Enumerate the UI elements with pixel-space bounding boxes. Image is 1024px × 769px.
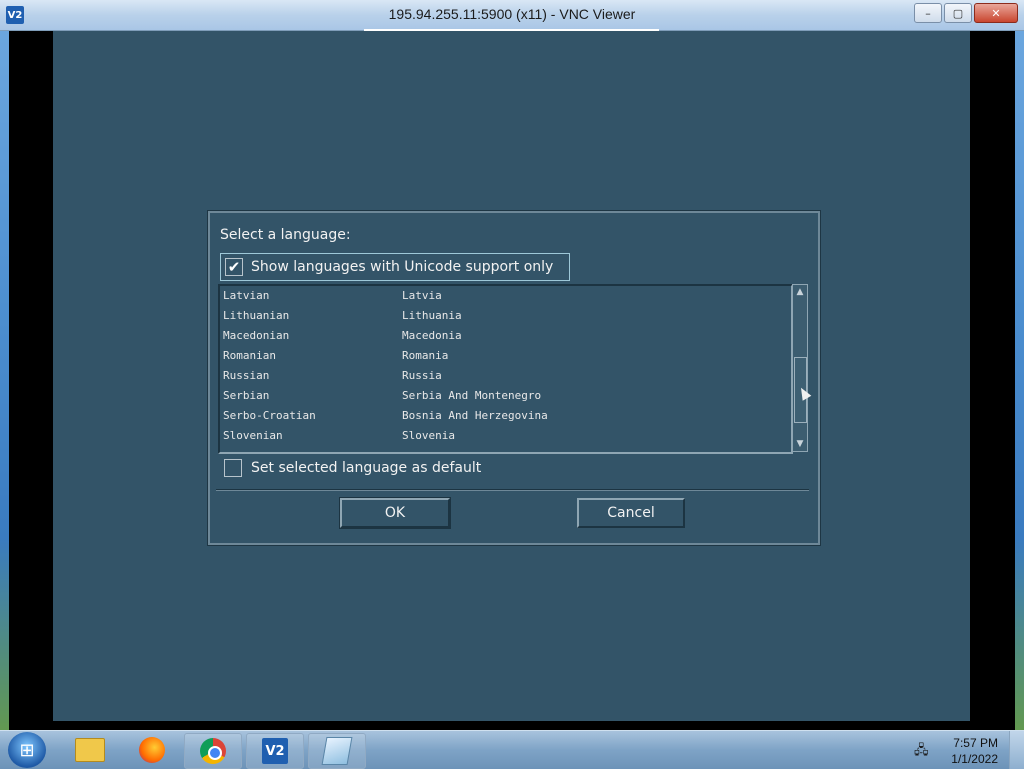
system-clock[interactable]: 7:57 PM 1/1/2022 [951, 735, 998, 767]
start-button[interactable]: ⊞ [8, 732, 46, 768]
checkbox-checked-icon[interactable]: ✔ [225, 258, 243, 276]
language-name: Latvian [223, 289, 270, 302]
firefox-icon [139, 737, 165, 763]
clock-time: 7:57 PM [953, 736, 998, 750]
language-list[interactable]: Latvian Latvia Lithuanian Lithuania Mace… [218, 284, 793, 454]
language-name: Romanian [223, 349, 276, 362]
minimize-button[interactable]: – [914, 3, 942, 23]
list-item[interactable]: Serbo-Croatian Bosnia And Herzegovina [222, 406, 782, 426]
language-name: Russian [223, 369, 270, 382]
close-button[interactable]: ✕ [974, 3, 1018, 23]
network-icon[interactable]: 🖧 [914, 741, 930, 758]
list-item[interactable]: Macedonian Macedonia [222, 326, 782, 346]
set-default-checkbox[interactable]: Set selected language as default [224, 459, 481, 477]
show-desktop-button[interactable] [1009, 731, 1024, 769]
window-title: 195.94.255.11:5900 (x11) - VNC Viewer [388, 6, 636, 22]
language-name: Macedonian [223, 329, 290, 342]
list-item[interactable]: Romanian Romania [222, 346, 782, 366]
taskbar-notepad[interactable] [308, 733, 366, 769]
country-name: Lithuania [402, 309, 462, 322]
window-controls: – ▢ ✕ [914, 3, 1018, 23]
folder-icon [75, 738, 105, 762]
list-item[interactable]: Lithuanian Lithuania [222, 306, 782, 326]
clock-date: 1/1/2022 [951, 752, 998, 766]
list-scrollbar[interactable]: ▲ ▼ [792, 284, 808, 452]
list-item[interactable]: Slovenian Slovenia [222, 426, 782, 446]
taskbar-vnc-viewer[interactable]: V2 [246, 733, 304, 769]
maximize-button[interactable]: ▢ [944, 3, 972, 23]
scroll-up-arrow-icon[interactable]: ▲ [794, 286, 806, 298]
country-name: Latvia [402, 289, 442, 302]
checkbox-unchecked-icon[interactable] [224, 459, 242, 477]
list-item[interactable]: Latvian Latvia [222, 286, 782, 306]
unicode-only-checkbox[interactable]: ✔ Show languages with Unicode support on… [220, 253, 570, 281]
taskbar-explorer[interactable] [62, 733, 118, 767]
list-item[interactable]: Russian Russia [222, 366, 782, 386]
chrome-icon [200, 738, 226, 764]
country-name: Macedonia [402, 329, 462, 342]
country-name: Russia [402, 369, 442, 382]
ok-button[interactable]: OK [339, 497, 451, 529]
cancel-button[interactable]: Cancel [577, 498, 685, 528]
unicode-only-label: Show languages with Unicode support only [251, 259, 554, 275]
language-name: Lithuanian [223, 309, 290, 322]
taskbar: ⊞ V2 🖧 7:57 PM 1/1/2022 [0, 730, 1024, 769]
language-name: Slovenian [223, 429, 283, 442]
vnc-viewer-icon: V2 [262, 738, 288, 764]
language-name: Serbian [223, 389, 270, 402]
taskbar-chrome[interactable] [184, 733, 242, 769]
language-name: Serbo-Croatian [223, 409, 316, 422]
country-name: Serbia And Montenegro [402, 389, 542, 402]
title-bar[interactable]: V2 195.94.255.11:5900 (x11) - VNC Viewer… [0, 0, 1024, 31]
taskbar-firefox[interactable] [124, 733, 180, 767]
divider [216, 489, 809, 491]
list-item[interactable]: Serbian Serbia And Montenegro [222, 386, 782, 406]
country-name: Bosnia And Herzegovina [402, 409, 548, 422]
country-name: Romania [402, 349, 449, 362]
language-dialog: Select a language: ✔ Show languages with… [208, 211, 820, 545]
scroll-down-arrow-icon[interactable]: ▼ [794, 438, 806, 450]
country-name: Slovenia [402, 429, 455, 442]
set-default-label: Set selected language as default [251, 460, 482, 476]
dialog-heading: Select a language: [220, 227, 351, 243]
notepad-icon [321, 737, 353, 765]
